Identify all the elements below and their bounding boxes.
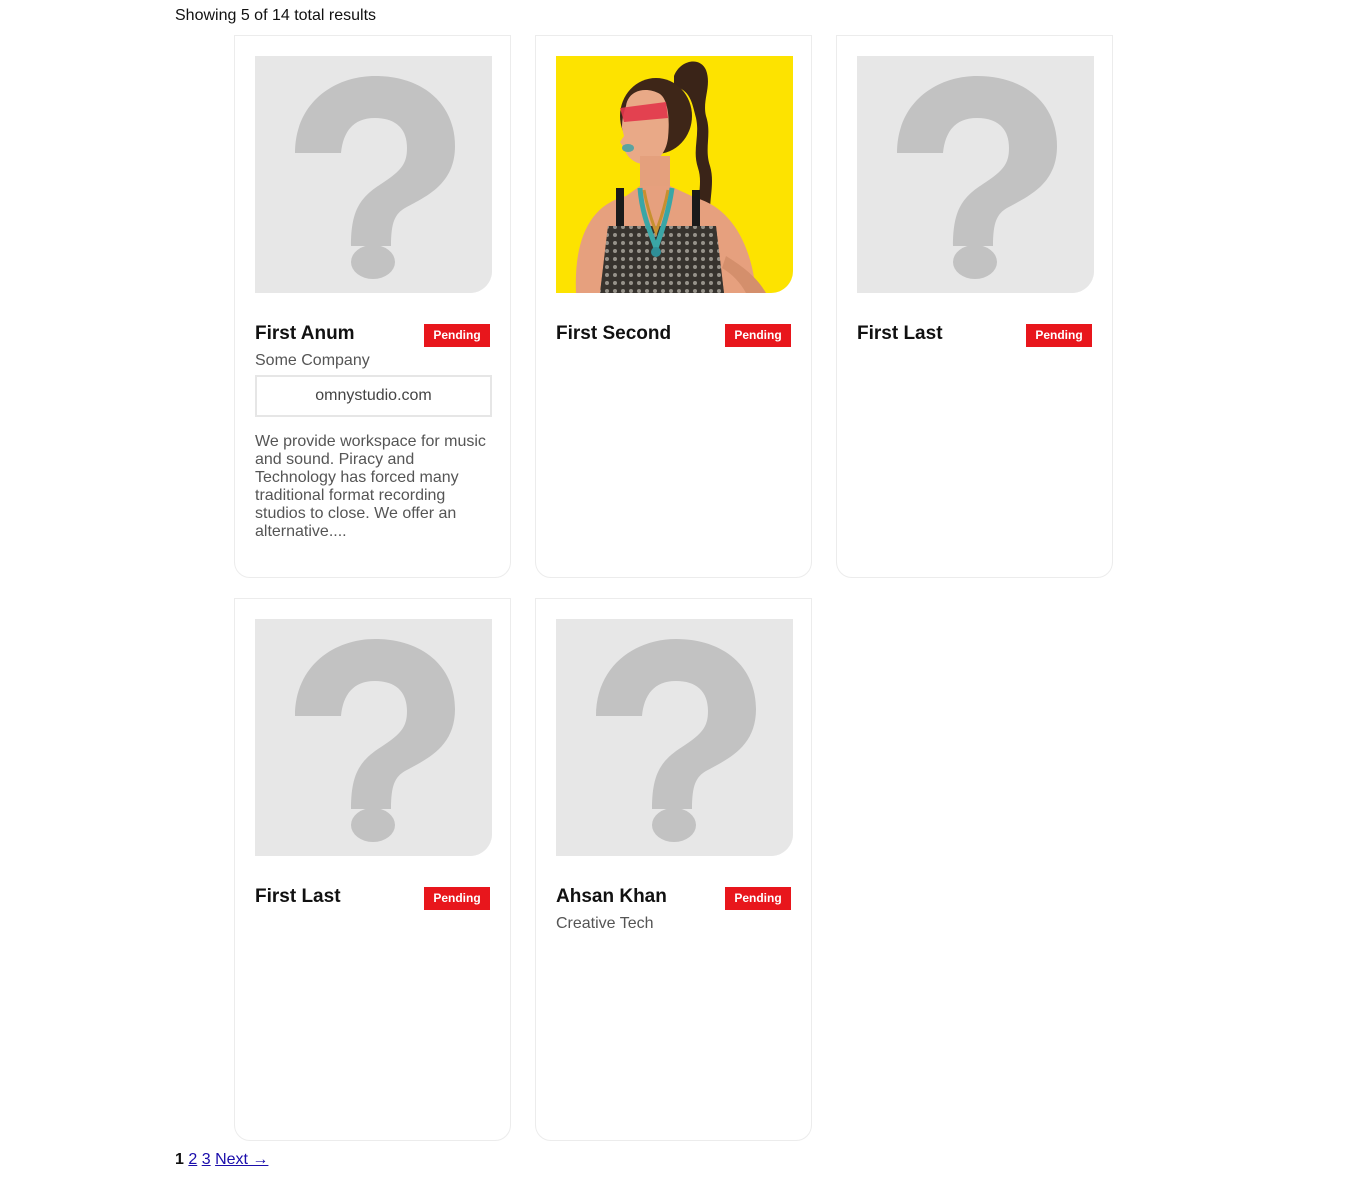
profile-card[interactable]: First Anum Pending Some Company omnystud… bbox=[234, 35, 511, 578]
profile-name[interactable]: First Last bbox=[255, 886, 341, 908]
profile-description: We provide workspace for music and sound… bbox=[255, 433, 486, 540]
question-mark-icon bbox=[556, 619, 793, 856]
profile-name[interactable]: Ahsan Khan bbox=[556, 886, 667, 908]
question-mark-icon bbox=[255, 56, 492, 293]
profile-photo[interactable] bbox=[556, 56, 793, 293]
page-link-3[interactable]: 3 bbox=[202, 1151, 211, 1168]
profile-name[interactable]: First Anum bbox=[255, 323, 355, 345]
results-summary: Showing 5 of 14 total results bbox=[175, 7, 377, 24]
question-mark-icon bbox=[857, 56, 1094, 293]
status-badge: Pending bbox=[1026, 324, 1092, 347]
pagination: 1 2 3 Next → bbox=[175, 1151, 268, 1169]
question-mark-icon bbox=[255, 619, 492, 856]
company-name: Some Company bbox=[255, 352, 370, 369]
woman-portrait-image bbox=[556, 56, 793, 293]
status-badge: Pending bbox=[725, 324, 791, 347]
profile-card[interactable]: First Second Pending bbox=[535, 35, 812, 578]
next-page-link[interactable]: Next → bbox=[215, 1151, 268, 1168]
profile-photo-placeholder[interactable] bbox=[255, 56, 492, 293]
website-link[interactable]: omnystudio.com bbox=[255, 375, 492, 417]
profile-photo-placeholder[interactable] bbox=[255, 619, 492, 856]
profile-card[interactable]: First Last Pending bbox=[836, 35, 1113, 578]
status-badge: Pending bbox=[424, 324, 490, 347]
page-current: 1 bbox=[175, 1151, 184, 1168]
profile-card[interactable]: Ahsan Khan Pending Creative Tech bbox=[535, 598, 812, 1141]
profile-name[interactable]: First Second bbox=[556, 323, 671, 345]
status-badge: Pending bbox=[424, 887, 490, 910]
status-badge: Pending bbox=[725, 887, 791, 910]
profile-name[interactable]: First Last bbox=[857, 323, 943, 345]
profile-card[interactable]: First Last Pending bbox=[234, 598, 511, 1141]
profile-photo-placeholder[interactable] bbox=[556, 619, 793, 856]
profile-photo-placeholder[interactable] bbox=[857, 56, 1094, 293]
company-name: Creative Tech bbox=[556, 915, 654, 932]
page-link-2[interactable]: 2 bbox=[188, 1151, 197, 1168]
